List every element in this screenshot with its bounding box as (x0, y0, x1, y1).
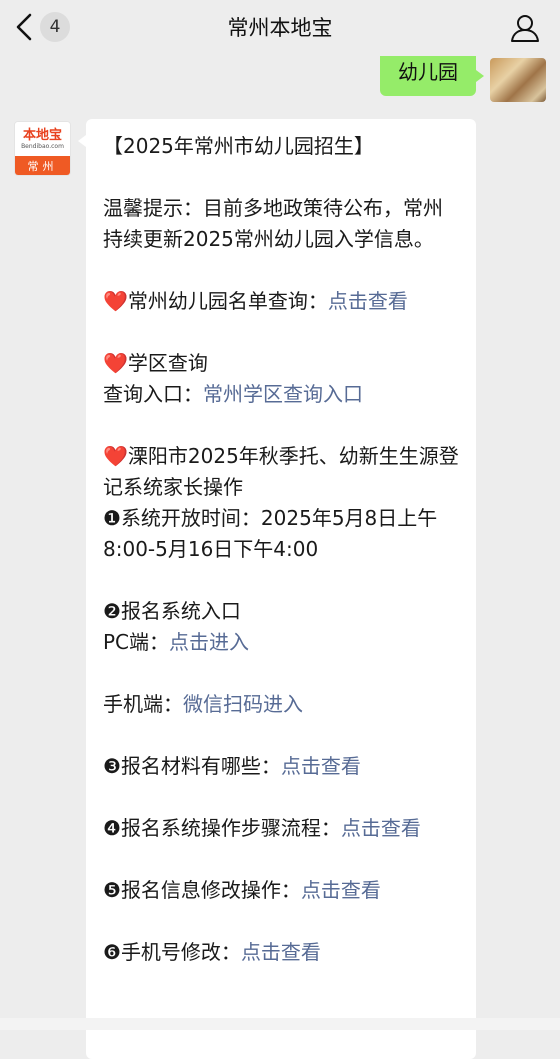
list-query-link[interactable]: 点击查看 (328, 289, 408, 313)
chat-title: 常州本地宝 (227, 16, 333, 40)
bottom-edge (0, 1018, 560, 1030)
number-3-icon: ❸ (103, 754, 121, 778)
number-1-icon: ❶ (103, 506, 121, 530)
district-entry-line: 查询入口：常州学区查询入口 (103, 382, 363, 406)
sent-message-row: 幼儿园 (380, 56, 546, 102)
top-bar: 4 常州本地宝 (0, 0, 560, 55)
district-entry-link[interactable]: 常州学区查询入口 (203, 382, 363, 406)
logo-city-label: 常州 (15, 156, 70, 175)
phone-modify-link[interactable]: 点击查看 (241, 940, 321, 964)
mobile-entry-link[interactable]: 微信扫码进入 (183, 692, 303, 716)
modify-info-link[interactable]: 点击查看 (301, 878, 381, 902)
item-5-line: ❺报名信息修改操作：点击查看 (103, 878, 381, 902)
heart-icon: ❤️ (103, 289, 128, 313)
number-6-icon: ❻ (103, 940, 121, 964)
liyang-title-line: ❤️溧阳市2025年秋季托、幼新生生源登记系统家长操作 (103, 444, 459, 499)
materials-link[interactable]: 点击查看 (281, 754, 361, 778)
sent-message-bubble[interactable]: 幼儿园 (380, 56, 484, 96)
message-tip: 温馨提示：目前多地政策待公布，常州持续更新2025常州幼儿园入学信息。 (103, 196, 443, 251)
list-query-line: ❤️常州幼儿园名单查询：点击查看 (103, 289, 408, 313)
pc-entry-line: PC端：点击进入 (103, 630, 250, 654)
person-icon (511, 15, 539, 42)
user-avatar[interactable] (490, 58, 546, 102)
steps-link[interactable]: 点击查看 (341, 816, 421, 840)
number-4-icon: ❹ (103, 816, 121, 840)
message-headline: 【2025年常州市幼儿园招生】 (103, 134, 374, 158)
number-5-icon: ❺ (103, 878, 121, 902)
item-1-line: ❶系统开放时间：2025年5月8日上午8:00-5月16日下午4:00 (103, 506, 438, 561)
district-title-line: ❤️学区查询 (103, 351, 208, 375)
item-4-line: ❹报名系统操作步骤流程：点击查看 (103, 816, 421, 840)
pc-entry-link[interactable]: 点击进入 (169, 630, 249, 654)
profile-button[interactable] (510, 13, 540, 47)
bendibao-logo: 本地宝 Bendibao.com (15, 122, 70, 156)
item-6-line: ❻手机号修改：点击查看 (103, 940, 321, 964)
item-2-line: ❷报名系统入口 (103, 599, 241, 623)
item-3-line: ❸报名材料有哪些：点击查看 (103, 754, 361, 778)
bot-message-bubble: 【2025年常州市幼儿园招生】 温馨提示：目前多地政策待公布，常州持续更新202… (78, 119, 476, 1059)
mobile-entry-line: 手机端：微信扫码进入 (103, 692, 303, 716)
heart-icon: ❤️ (103, 444, 128, 468)
heart-icon: ❤️ (103, 351, 128, 375)
bot-avatar[interactable]: 本地宝 Bendibao.com 常州 (14, 121, 71, 176)
number-2-icon: ❷ (103, 599, 121, 623)
